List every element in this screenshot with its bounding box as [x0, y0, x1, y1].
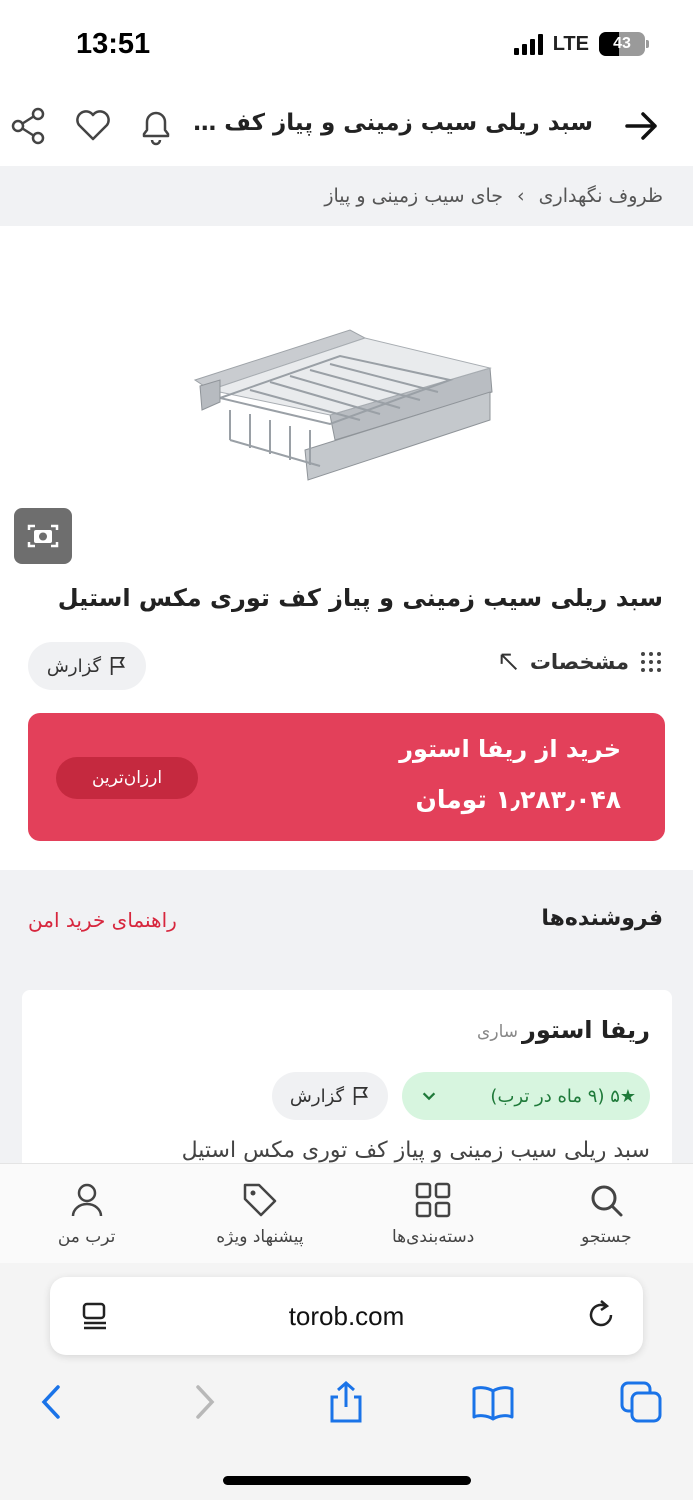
seller-card[interactable]: ریفا استور ساری ★۵ (۹ ماه در ترب) گزارش …	[22, 990, 672, 1190]
share-sheet-icon[interactable]	[323, 1379, 369, 1425]
cheapest-badge: ارزان‌ترین	[56, 757, 198, 799]
safe-purchase-guide-link[interactable]: راهنمای خرید امن	[28, 908, 177, 932]
specs-link[interactable]: مشخصات	[498, 650, 663, 674]
breadcrumb-item[interactable]: جای سیب زمینی و پیاز	[324, 185, 503, 207]
nav-special-offers[interactable]: پیشنهاد ویژه	[173, 1164, 346, 1263]
buy-title: خرید از ریفا استور	[399, 735, 621, 763]
battery-level: 43	[613, 35, 631, 52]
signal-icon	[513, 33, 543, 55]
sellers-heading: فروشنده‌ها	[541, 906, 663, 931]
nav-label: جستجو	[581, 1226, 632, 1247]
nav-search[interactable]: جستجو	[520, 1164, 693, 1263]
flag-icon	[353, 1087, 369, 1105]
header-title: سبد ریلی سیب زمینی و پیاز کف تور...	[193, 110, 593, 136]
address-bar[interactable]: torob.com	[50, 1277, 643, 1355]
breadcrumb-item[interactable]: ظروف نگهداری	[539, 185, 663, 207]
share-icon[interactable]	[8, 104, 48, 148]
nav-my-torob[interactable]: ترب من	[0, 1164, 173, 1263]
report-button[interactable]: گزارش	[28, 642, 146, 690]
buy-price: ۱٫۲۸۳٫۰۴۸ تومان	[415, 785, 621, 814]
url-text[interactable]: torob.com	[50, 1301, 643, 1332]
page-header: سبد ریلی سیب زمینی و پیاز کف تور...	[0, 90, 693, 166]
seller-rating-pill[interactable]: ★۵ (۹ ماه در ترب)	[402, 1072, 650, 1120]
grid-icon	[415, 1182, 451, 1217]
product-image[interactable]	[190, 320, 500, 485]
user-icon	[71, 1183, 102, 1216]
expand-arrow-icon	[500, 653, 517, 671]
tag-icon	[243, 1183, 277, 1216]
report-label: گزارش	[46, 655, 102, 677]
back-chevron-icon[interactable]	[30, 1379, 76, 1425]
battery-icon: 43	[599, 32, 649, 56]
product-title: سبد ریلی سیب زمینی و پیاز کف توری مکس اس…	[57, 584, 663, 612]
network-type: LTE	[552, 32, 589, 55]
seller-name[interactable]: ریفا استور	[522, 1016, 650, 1044]
bottom-navigation: جستجو دسته‌بندی‌ها پیشنهاد ویژه ترب من	[0, 1163, 693, 1263]
seller-city: ساری	[477, 1022, 518, 1042]
grid-dots-icon	[641, 652, 661, 672]
breadcrumb: ظروف نگهداری › جای سیب زمینی و پیاز	[0, 166, 693, 226]
search-icon	[591, 1185, 623, 1216]
specs-label: مشخصات	[529, 650, 629, 674]
forward-chevron-icon[interactable]	[180, 1379, 226, 1425]
seller-report-button[interactable]: گزارش	[272, 1072, 388, 1120]
status-time: 13:51	[76, 28, 151, 60]
heart-icon[interactable]	[72, 104, 114, 146]
breadcrumb-separator: ›	[517, 185, 525, 207]
camera-search-icon[interactable]	[14, 508, 72, 564]
bell-icon[interactable]	[136, 104, 176, 148]
seller-rating: ★۵ (۹ ماه در ترب)	[490, 1085, 636, 1107]
status-indicators: LTE 43	[513, 32, 649, 56]
seller-offer-title: سبد ریلی سیب زمینی و پیاز کف توری مکس اس…	[181, 1138, 650, 1163]
report-label: گزارش	[289, 1085, 345, 1107]
buy-button-card[interactable]: خرید از ریفا استور ۱٫۲۸۳٫۰۴۸ تومان ارزان…	[28, 713, 665, 841]
sellers-section: فروشنده‌ها راهنمای خرید امن ریفا استور س…	[0, 870, 693, 1190]
browser-toolbar: torob.com	[0, 1263, 693, 1500]
tabs-icon[interactable]	[618, 1379, 664, 1425]
home-indicator	[223, 1476, 471, 1485]
back-arrow-icon[interactable]	[621, 106, 661, 146]
nav-label: پیشنهاد ویژه	[216, 1226, 304, 1247]
chevron-down-icon	[422, 1092, 436, 1101]
reload-icon[interactable]	[583, 1297, 619, 1333]
flag-icon	[110, 657, 126, 675]
bookmarks-icon[interactable]	[470, 1379, 516, 1425]
nav-categories[interactable]: دسته‌بندی‌ها	[347, 1164, 520, 1263]
nav-label: دسته‌بندی‌ها	[391, 1226, 475, 1247]
nav-label: ترب من	[57, 1226, 116, 1247]
